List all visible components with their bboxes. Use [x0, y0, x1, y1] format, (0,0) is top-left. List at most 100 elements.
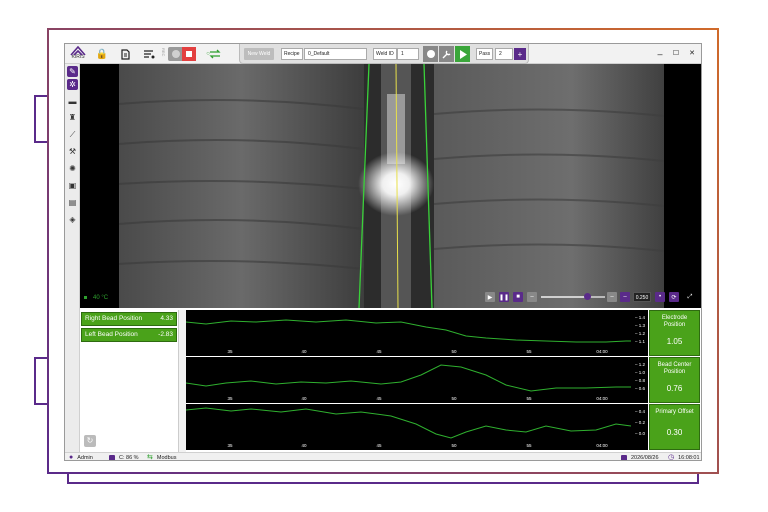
ruler-icon[interactable]: ⟋ [67, 129, 78, 140]
pass-plus-button[interactable]: + [514, 48, 526, 60]
video-seek-fill [541, 296, 588, 298]
y-tick-label: – 1.2 [635, 362, 646, 367]
x-tick-label: 50 [451, 443, 457, 448]
date-value: 2026/08/26 [631, 455, 659, 461]
x-tick-label: 40 [301, 443, 307, 448]
x-tick-label: 45 [376, 349, 382, 354]
temperature-dot-icon [84, 295, 87, 299]
weld-control-bar: New Weld Recipe 0_Default Weld ID 1 Pass… [239, 44, 529, 64]
video-pause-button[interactable]: ❚❚ [499, 292, 509, 302]
fullscreen-icon[interactable]: ⤢ [685, 292, 695, 302]
y-tick-label: – 1.4 [635, 315, 646, 320]
y-tick-label: – 0.8 [635, 378, 646, 383]
rec-label: REC [161, 48, 166, 57]
bead-center-position-card: Bead Center Position 0.76 [649, 357, 700, 403]
x-tick-label: 45 [376, 396, 382, 401]
y-tick-label: – 0.2 [635, 420, 646, 425]
y-tick-label: – 1.3 [635, 323, 646, 328]
disk-usage: C: 86 % [119, 455, 139, 461]
primary-offset-chart: 35 40 45 50 55 04:00 – 0.4 – 0.2 – 0.0 Primary O… [186, 404, 700, 450]
right-bead-position-row: Right Bead Position 4.33 [81, 312, 177, 326]
record-toggle[interactable] [168, 47, 196, 61]
y-tick-label: – 0.0 [635, 431, 646, 436]
status-bar: ● Admin C: 86 % ⇆ Modbus 2026/08/26 ◷ 16… [65, 452, 701, 461]
electrode-position-card: Electrode Position 1.05 [649, 310, 700, 356]
video-seek-slider[interactable] [541, 293, 605, 300]
maximize-button[interactable]: ☐ [671, 48, 681, 60]
filter-list-icon[interactable] [143, 48, 155, 60]
chart-trace-line [186, 407, 632, 439]
pin-icon[interactable]: ✎ [67, 66, 78, 77]
close-button[interactable]: ✕ [687, 48, 697, 60]
user-status: ● Admin [69, 453, 93, 461]
x-tick-label: 40 [301, 396, 307, 401]
user-name: Admin [77, 455, 93, 461]
video-stop-button[interactable]: ■ [513, 292, 523, 302]
chart-scrollbar[interactable] [179, 310, 186, 452]
camera-view[interactable]: 40 °C ▶ ❚❚ ■ – – – 0.250 • ⟳ ⤢ [80, 64, 701, 308]
y-tick-label: – 1.0 [635, 370, 646, 375]
protocol-name: Modbus [156, 455, 177, 461]
minimize-button[interactable]: – [655, 48, 665, 60]
recipe-field[interactable]: 0_Default [304, 48, 367, 60]
swap-arrows-icon: ⇆ [147, 454, 153, 461]
pass-field[interactable]: 2 [495, 48, 513, 60]
primary-offset-name: Primary Offset [655, 409, 694, 415]
image-icon[interactable]: ▣ [67, 180, 78, 191]
time-value: 16:08:01 [678, 455, 700, 461]
circle-button[interactable] [423, 46, 438, 62]
wrench-button[interactable] [439, 46, 454, 62]
video-minus-button[interactable]: – [607, 292, 617, 302]
sidebar: ✎ ✲ ▬ ♜ ⟋ ⚒ ✺ ▣ ▤ ◈ [65, 64, 80, 452]
weld-id-field[interactable]: 1 [397, 48, 419, 60]
play-button[interactable] [455, 46, 470, 62]
record-dot-icon [172, 50, 180, 58]
bead-positions-panel: Right Bead Position 4.33 Left Bead Posit… [80, 310, 179, 452]
x-tick-label: 55 [526, 349, 532, 354]
app-logo: KIRIS [67, 46, 89, 62]
swap-arrows-icon[interactable] [209, 48, 221, 60]
y-tick-label: – 1.1 [635, 339, 646, 344]
protocol-status: ⇆ Modbus [147, 453, 177, 461]
new-weld-button[interactable]: New Weld [244, 48, 274, 60]
wrench-icon [442, 50, 451, 58]
aperture-icon[interactable]: ✺ [67, 163, 78, 174]
weld-id-label: Weld ID [373, 48, 397, 60]
lock-icon[interactable]: 🔒 [96, 48, 108, 60]
y-tick-label: – 0.6 [635, 386, 646, 391]
robot-icon[interactable]: ♜ [67, 112, 78, 123]
primary-offset-card: Primary Offset 0.30 [649, 404, 700, 450]
monitor-icon[interactable]: ▬ [67, 96, 78, 107]
electrode-position-chart: 35 40 45 50 55 04:00 – 1.4 – 1.3 – 1.2 – 1.1 Elec… [186, 310, 700, 356]
primary-offset-plot: 35 40 45 50 55 04:00 – 0.4 – 0.2 – 0.0 [186, 404, 648, 450]
document-icon[interactable] [119, 48, 131, 60]
video-play-button[interactable]: ▶ [485, 292, 495, 302]
y-tick-label: – 1.2 [635, 331, 646, 336]
decorative-frame-bottom [67, 474, 699, 484]
right-bead-position-label: Right Bead Position [85, 315, 143, 322]
playback-speed[interactable]: 0.250 [633, 292, 651, 302]
electrode-position-plot: 35 40 45 50 55 04:00 – 1.4 – 1.3 – 1.2 – 1.1 [186, 310, 648, 356]
disk-icon [109, 455, 115, 460]
x-tick-label: 35 [227, 443, 233, 448]
time-status: ◷ 16:08:01 [668, 453, 700, 461]
video-step-button[interactable]: – [620, 292, 630, 302]
bead-center-position-name: Bead Center Position [657, 362, 692, 375]
x-tick-label: 35 [227, 349, 233, 354]
video-dot-button[interactable]: • [655, 292, 665, 302]
layers-icon[interactable]: ◈ [67, 214, 78, 225]
primary-offset-value: 0.30 [666, 428, 683, 437]
user-icon: ● [69, 454, 74, 461]
settings-gear-icon[interactable]: ✲ [67, 79, 78, 90]
x-tick-label: 04:00 [596, 443, 608, 448]
refresh-icon[interactable]: ↻ [84, 435, 96, 447]
chart-trace-line [186, 319, 631, 343]
stop-icon[interactable] [182, 47, 196, 61]
left-bead-position-row: Left Bead Position -2.83 [81, 328, 177, 342]
video-sync-button[interactable]: ⟳ [669, 292, 679, 302]
video-back-button[interactable]: – [527, 292, 537, 302]
x-tick-label: 55 [526, 396, 532, 401]
wrench-icon[interactable]: ⚒ [67, 146, 78, 157]
film-icon[interactable]: ▤ [67, 197, 78, 208]
date-status: 2026/08/26 [621, 453, 659, 461]
